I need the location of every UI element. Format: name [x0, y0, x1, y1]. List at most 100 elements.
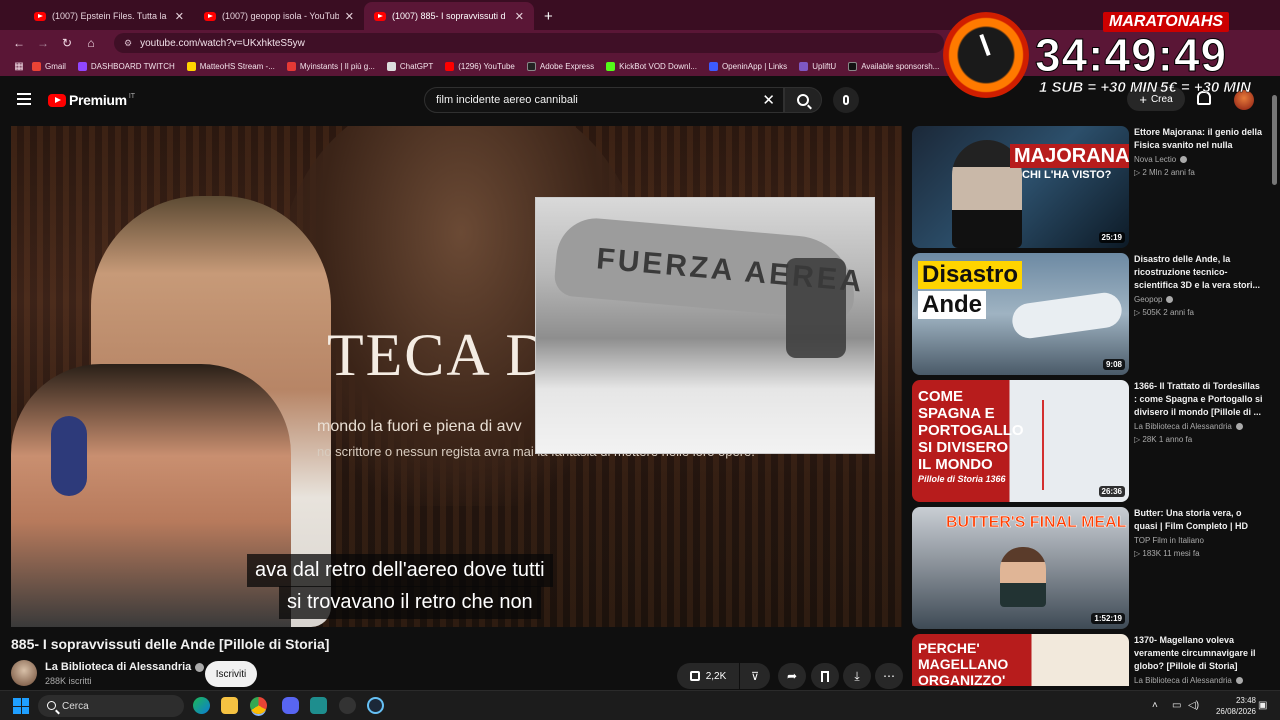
channel-avatar[interactable] — [11, 660, 37, 686]
thumbnail-title: Disastro — [918, 261, 1023, 289]
recommendation-item[interactable]: BUTTER'S FINAL MEAL 1:52:19 Butter: Una … — [912, 507, 1272, 629]
bookmark-upliftu[interactable]: UpliftU — [799, 61, 836, 71]
edge-browser-icon[interactable] — [193, 697, 210, 714]
file-explorer-icon[interactable] — [221, 697, 238, 714]
recommendation-title[interactable]: 1366- Il Trattato di Tordesillas : come … — [1134, 380, 1264, 419]
duration-badge: 26:36 — [1098, 486, 1125, 497]
bookmark-openinapp[interactable]: OpeninApp | Links — [708, 61, 787, 71]
bookmark-adobe-express[interactable]: Adobe Express — [526, 61, 594, 71]
gmail-icon — [32, 61, 41, 71]
tab-close-icon[interactable]: ✕ — [175, 10, 184, 23]
tab-close-icon[interactable]: ✕ — [345, 10, 354, 23]
recommendation-title[interactable]: Ettore Majorana: il genio della Fisica s… — [1134, 126, 1264, 152]
tab-title: (1007) Epstein Files. Tutta la sto — [52, 11, 169, 21]
recommendation-item[interactable]: PERCHE' MAGELLANO ORGANIZZO' 1370- Magel… — [912, 634, 1272, 686]
download-button[interactable]: ⤓ — [843, 663, 871, 689]
video-player[interactable]: TECA DI A mondo la fuori e piena di avv … — [11, 126, 902, 627]
verified-icon — [195, 662, 205, 672]
duration-badge: 9:08 — [1102, 359, 1125, 370]
video-title: 885- I sopravvissuti delle Ande [Pillole… — [11, 636, 330, 652]
recommendation-channel[interactable]: TOP Film in Italiano — [1134, 536, 1204, 545]
notification-center-icon[interactable]: ▣ — [1258, 700, 1267, 711]
bookmark-icon — [821, 670, 829, 682]
voice-search-button[interactable] — [833, 87, 859, 113]
dislike-button[interactable]: ⊽ — [740, 663, 770, 689]
duration-badge: 1:52:19 — [1091, 613, 1125, 624]
thumbnail-title: PERCHE' MAGELLANO ORGANIZZO' — [918, 640, 1009, 686]
new-tab-button[interactable]: + — [544, 2, 553, 30]
bookmark-myinstants[interactable]: Myinstants | Il più g... — [286, 61, 375, 71]
tab-close-icon[interactable]: ✕ — [515, 10, 524, 23]
verified-icon — [1166, 296, 1174, 303]
recommendation-title[interactable]: Butter: Una storia vera, o quasi | Film … — [1134, 507, 1264, 533]
video-thumbnail[interactable]: BUTTER'S FINAL MEAL 1:52:19 — [912, 507, 1129, 629]
apps-grid-icon[interactable]: ▦ — [8, 56, 30, 76]
recommendation-meta: ▷ 505K 2 anni fa — [1134, 308, 1194, 317]
recommendation-item[interactable]: COME SPAGNA E PORTOGALLO SI DIVISERO IL … — [912, 380, 1272, 502]
bookmark-gmail[interactable]: Gmail — [32, 61, 66, 71]
reload-icon[interactable]: ↻ — [56, 33, 78, 53]
bookmark-kickbot[interactable]: KickBot VOD Downl... — [606, 61, 697, 71]
recommendation-item[interactable]: MAJORANA CHI L'HA VISTO? 25:19 Ettore Ma… — [912, 126, 1272, 248]
clock[interactable]: 23:48 26/08/2026 — [1216, 695, 1256, 717]
twitch-icon — [77, 61, 87, 71]
sub-rule: 1 SUB = +30 MIN — [1039, 79, 1158, 96]
streamer-webcam — [11, 364, 291, 627]
search-button[interactable] — [784, 87, 822, 113]
channel-name[interactable]: La Biblioteca di Alessandria — [45, 661, 205, 673]
recommendation-title[interactable]: 1370- Magellano voleva veramente circumn… — [1134, 634, 1264, 673]
thumbnail-subtitle: Pillole di Storia 1366 — [918, 474, 1006, 484]
url-field[interactable]: ⚙ youtube.com/watch?v=UKxhkteS5yw — [114, 33, 944, 53]
network-icon[interactable]: ▭ — [1172, 700, 1181, 711]
volume-icon[interactable]: ◁) — [1188, 700, 1199, 711]
recommendation-channel[interactable]: Geopop — [1134, 295, 1174, 304]
save-button[interactable] — [811, 663, 839, 689]
menu-icon[interactable] — [17, 93, 31, 105]
more-actions-button[interactable]: ⋯ — [875, 663, 903, 689]
chrome-icon[interactable] — [250, 697, 267, 714]
recommendation-title[interactable]: Disastro delle Ande, la ricostruzione te… — [1134, 253, 1264, 292]
browser-tab-3[interactable]: (1007) 885- I sopravvissuti d ✕ — [364, 2, 534, 30]
browser-tab-1[interactable]: (1007) Epstein Files. Tutta la sto ✕ — [24, 2, 194, 30]
youtube-favicon-icon — [204, 11, 216, 21]
home-icon[interactable]: ⌂ — [80, 33, 102, 53]
windows-start-icon[interactable] — [13, 698, 29, 714]
video-thumbnail[interactable]: COME SPAGNA E PORTOGALLO SI DIVISERO IL … — [912, 380, 1129, 502]
upliftu-icon — [799, 61, 809, 71]
davinci-icon[interactable] — [339, 697, 356, 714]
forward-icon[interactable]: → — [32, 33, 54, 53]
recommendation-item[interactable]: Disastro Ande 9:08 Disastro delle Ande, … — [912, 253, 1272, 375]
search-icon — [797, 94, 809, 106]
discord-icon[interactable] — [282, 697, 299, 714]
back-icon[interactable]: ← — [8, 33, 30, 53]
youtube-premium-logo[interactable]: Premium IT — [48, 92, 135, 108]
thumbnail-title: MAJORANA — [1010, 144, 1129, 168]
subscribe-button[interactable]: Iscriviti — [205, 661, 257, 687]
recommendation-channel[interactable]: Nova Lectio — [1134, 155, 1188, 164]
tray-chevron-icon[interactable]: ˄ — [1152, 700, 1158, 711]
clear-search-icon[interactable]: ✕ — [762, 91, 775, 109]
video-thumbnail[interactable]: Disastro Ande 9:08 — [912, 253, 1129, 375]
browser-tab-2[interactable]: (1007) geopop isola - YouTube ✕ — [194, 2, 364, 30]
steam-icon[interactable] — [367, 697, 384, 714]
like-button[interactable]: 2,2K — [677, 663, 739, 689]
share-button[interactable]: ➦ — [778, 663, 806, 689]
taskbar-search[interactable]: Cerca — [38, 695, 184, 717]
thumbnail-title: BUTTER'S FINAL MEAL — [946, 514, 1127, 531]
bookmark-sponsorships[interactable]: Available sponsorsh... — [848, 61, 939, 71]
recommendation-meta: ▷ 183K 11 mesi fa — [1134, 549, 1200, 558]
headset-icon — [51, 416, 87, 496]
bookmark-dashboard-twitch[interactable]: DASHBOARD TWITCH — [77, 61, 175, 71]
bookmark-matteohs-stream[interactable]: MatteoHS Stream -... — [186, 61, 275, 71]
video-thumbnail[interactable]: PERCHE' MAGELLANO ORGANIZZO' — [912, 634, 1129, 686]
bookmark-youtube[interactable]: (1296) YouTube — [445, 61, 515, 71]
app-icon[interactable] — [310, 697, 327, 714]
recommendation-channel[interactable]: La Biblioteca di Alessandria — [1134, 676, 1243, 685]
scrollbar[interactable] — [1272, 95, 1277, 185]
adobe-icon — [526, 61, 536, 71]
search-input[interactable]: film incidente aereo cannibali ✕ — [424, 87, 784, 113]
recommendation-channel[interactable]: La Biblioteca di Alessandria — [1134, 422, 1243, 431]
bookmark-chatgpt[interactable]: ChatGPT — [386, 61, 433, 71]
video-thumbnail[interactable]: MAJORANA CHI L'HA VISTO? 25:19 — [912, 126, 1129, 248]
site-info-icon[interactable]: ⚙ — [124, 38, 132, 49]
